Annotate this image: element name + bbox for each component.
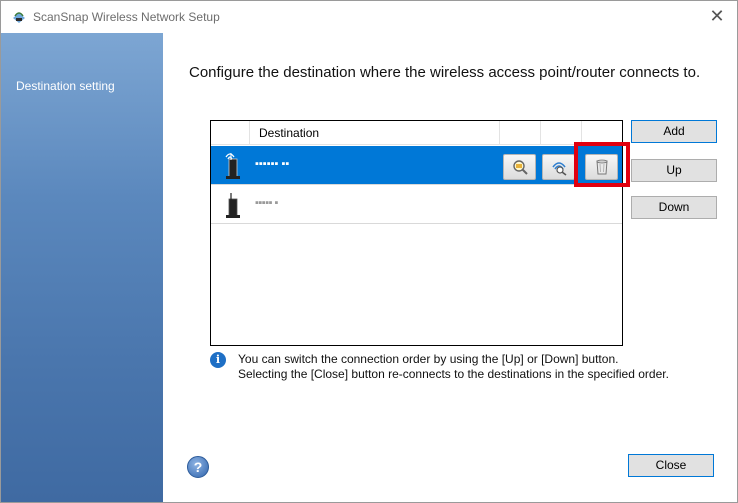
properties-button[interactable] [503,154,536,180]
help-icon[interactable]: ? [187,456,209,478]
scansnap-app-icon [13,12,25,23]
window-title: ScanSnap Wireless Network Setup [33,10,220,24]
info-icon: i [210,352,226,368]
down-button[interactable]: Down [631,196,717,219]
delete-button-highlight [574,142,630,187]
info-text: You can switch the connection order by u… [238,352,718,382]
destination-column-label: Destination [259,126,320,140]
sidebar-item-destination-setting[interactable]: Destination setting [16,79,115,93]
list-item[interactable]: ▪▪▪▪▪▪ ▪▪ [211,146,622,185]
destination-list[interactable]: Destination ▪▪▪▪▪▪ ▪▪ ▪▪▪▪▪ ▪ [210,120,623,346]
list-header: Destination [211,121,622,145]
header-action-column-1 [500,121,541,145]
up-button[interactable]: Up [631,159,717,182]
list-item[interactable]: ▪▪▪▪▪ ▪ [211,185,622,224]
router-active-icon [225,153,240,179]
header-icon-column [211,121,250,145]
info-line-2: Selecting the [Close] button re-connects… [238,367,669,381]
destination-name: ▪▪▪▪▪▪ ▪▪ [255,158,290,170]
setup-window: ScanSnap Wireless Network Setup ✕ Destin… [0,0,738,503]
sidebar: Destination setting [1,33,163,502]
close-button[interactable]: Close [628,454,714,477]
connection-icon [552,162,567,176]
destination-name: ▪▪▪▪▪ ▪ [255,197,278,209]
add-button[interactable]: Add [631,120,717,143]
router-icon [226,193,240,218]
page-instruction: Configure the destination where the wire… [189,64,701,81]
window-close-icon[interactable]: ✕ [705,5,729,29]
title-bar: ScanSnap Wireless Network Setup ✕ [1,1,737,33]
header-destination-column[interactable]: Destination [250,121,500,145]
properties-icon [513,160,528,175]
connection-button[interactable] [542,154,575,180]
info-line-1: You can switch the connection order by u… [238,352,619,366]
